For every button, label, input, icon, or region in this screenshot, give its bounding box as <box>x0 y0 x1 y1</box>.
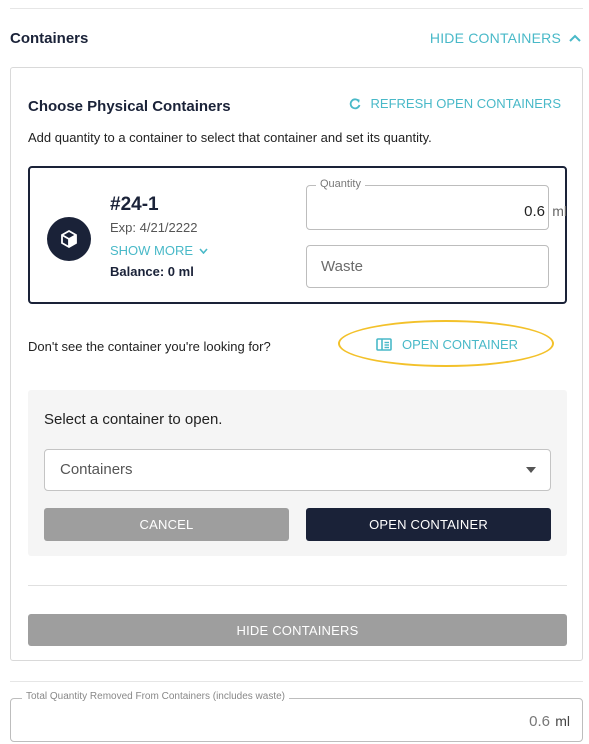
show-more-link[interactable]: SHOW MORE <box>110 243 208 258</box>
waste-field[interactable] <box>306 245 549 288</box>
refresh-label: REFRESH OPEN CONTAINERS <box>370 96 561 111</box>
container-avatar <box>47 217 91 261</box>
select-container-prompt: Select a container to open. <box>44 411 223 428</box>
open-container-link[interactable]: OPEN CONTAINER <box>376 337 518 352</box>
helper-text: Add quantity to a container to select th… <box>28 130 432 145</box>
chevron-down-icon <box>199 247 208 254</box>
refresh-open-containers-link[interactable]: REFRESH OPEN CONTAINERS <box>349 96 561 111</box>
bottom-divider <box>10 681 583 682</box>
container-id: #24-1 <box>110 194 159 215</box>
quantity-unit: ml <box>552 203 567 219</box>
hide-containers-link[interactable]: HIDE CONTAINERS <box>430 30 581 46</box>
containers-dropdown-value: Containers <box>60 461 133 478</box>
quantity-value[interactable]: 0.6 <box>524 203 545 220</box>
hide-containers-label: HIDE CONTAINERS <box>429 30 561 46</box>
panel-divider <box>28 585 567 586</box>
total-quantity-field <box>10 698 583 742</box>
top-divider <box>10 8 583 9</box>
caret-down-icon <box>526 467 536 473</box>
total-quantity-value: 0.6 <box>529 713 550 730</box>
refresh-icon <box>349 97 360 109</box>
open-container-button[interactable]: OPEN CONTAINER <box>306 508 551 541</box>
container-exp: Exp: 4/21/2222 <box>110 220 198 235</box>
container-balance: Balance: 0 ml <box>110 264 194 279</box>
chevron-up-icon <box>569 34 581 42</box>
hide-containers-button[interactable]: HIDE CONTAINERS <box>28 614 567 646</box>
quantity-field[interactable] <box>306 185 549 230</box>
section-title: Containers <box>10 30 89 47</box>
choose-containers-title: Choose Physical Containers <box>28 98 231 115</box>
open-container-icon <box>376 338 392 351</box>
total-quantity-legend: Total Quantity Removed From Containers (… <box>22 691 289 702</box>
cube-icon <box>61 229 77 249</box>
missing-container-question: Don't see the container you're looking f… <box>28 339 271 354</box>
total-quantity-unit: ml <box>555 713 570 729</box>
cancel-button[interactable]: CANCEL <box>44 508 289 541</box>
show-more-label: SHOW MORE <box>110 243 194 258</box>
open-container-label: OPEN CONTAINER <box>402 337 519 352</box>
quantity-legend: Quantity <box>316 178 365 190</box>
